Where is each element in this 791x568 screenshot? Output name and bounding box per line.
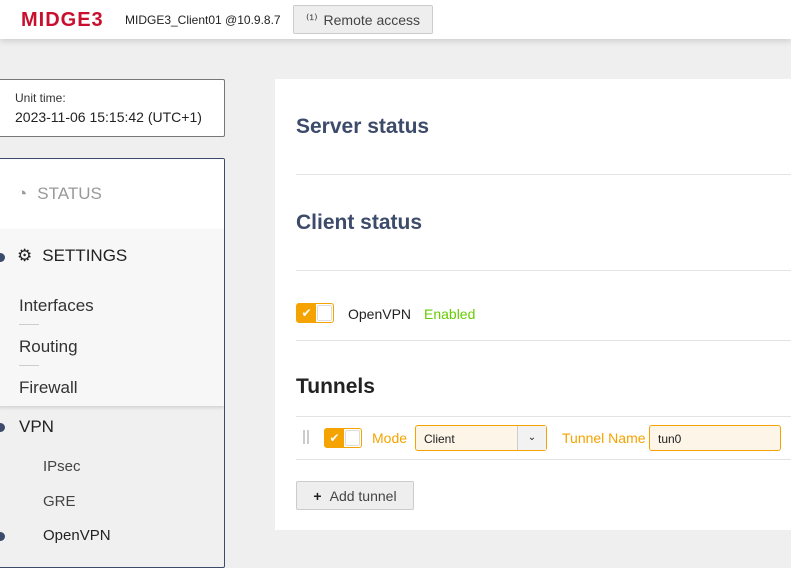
sidebar-item-gre[interactable]: GRE [43,493,76,510]
tunnels-title: Tunnels [296,375,375,398]
plus-icon: + [313,487,322,504]
check-icon: ✔ [297,304,316,322]
sidebar-item-settings[interactable]: ⚙ SETTINGS [17,246,127,266]
sidebar-item-interfaces[interactable]: Interfaces [19,296,94,316]
sidebar-item-openvpn[interactable]: OpenVPN [43,527,111,544]
top-bar: MIDGE3 MIDGE3_Client01 @10.9.8.7 ⁽¹⁾ Remo… [0,0,791,39]
remote-access-label: Remote access [323,11,421,28]
tunnel-name-input[interactable]: tun0 [649,425,781,451]
client-status-title[interactable]: Client status [296,211,422,235]
divider [296,174,791,175]
mode-label: Mode [372,430,408,446]
openvpn-toggle[interactable]: ✔ [296,303,334,323]
sidebar: ◔ STATUS ⚙ SETTINGS Interfaces Routing Fir… [0,158,225,568]
chevron-down-icon: ⌄ [517,426,546,450]
mode-select[interactable]: Client ⌄ [415,425,547,451]
sidebar-item-routing[interactable]: Routing [19,337,78,357]
vpn-section: VPN IPsec GRE OpenVPN [0,406,224,566]
divider [296,459,791,460]
openvpn-label: OpenVPN [348,306,412,322]
dashboard-icon: ◔ [17,184,28,203]
settings-label: SETTINGS [42,246,128,265]
drag-handle-icon[interactable] [303,430,309,444]
antenna-icon: ⁽¹⁾ [305,11,318,27]
active-dot [0,532,5,541]
sidebar-item-ipsec[interactable]: IPsec [43,458,81,475]
gear-icon: ⚙ [17,246,33,265]
add-tunnel-button[interactable]: + Add tunnel [296,481,414,510]
divider [296,270,791,271]
unit-time-label: Unit time: [15,91,66,105]
divider [296,340,791,341]
unit-time-box: Unit time: 2023-11-06 15:15:42 (UTC+1) [0,79,225,137]
sidebar-item-vpn[interactable]: VPN [19,417,54,437]
openvpn-status: Enabled [424,306,476,322]
settings-section: ⚙ SETTINGS Interfaces Routing Firewall [0,229,224,406]
sidebar-item-firewall[interactable]: Firewall [19,378,78,398]
mode-value: Client [424,432,455,446]
main-card: Server status Client status ✔ OpenVPN En… [275,79,791,530]
divider [19,365,39,366]
divider [19,324,39,325]
check-icon: ✔ [325,429,344,447]
logo: MIDGE3 [21,9,104,31]
tunnel-name-label: Tunnel Name [562,430,646,446]
unit-time-value: 2023-11-06 15:15:42 (UTC+1) [15,109,202,125]
remote-access-button[interactable]: ⁽¹⁾ Remote access [293,5,433,34]
add-tunnel-label: Add tunnel [329,487,397,504]
divider [296,416,791,417]
active-dot [0,253,5,262]
device-host: MIDGE3_Client01 @10.9.8.7 [125,13,281,27]
active-dot [0,423,5,432]
sidebar-item-status[interactable]: ◔ STATUS [0,159,224,229]
tunnel-enable-toggle[interactable]: ✔ [324,428,362,448]
status-label: STATUS [37,184,102,203]
server-status-title[interactable]: Server status [296,115,429,139]
